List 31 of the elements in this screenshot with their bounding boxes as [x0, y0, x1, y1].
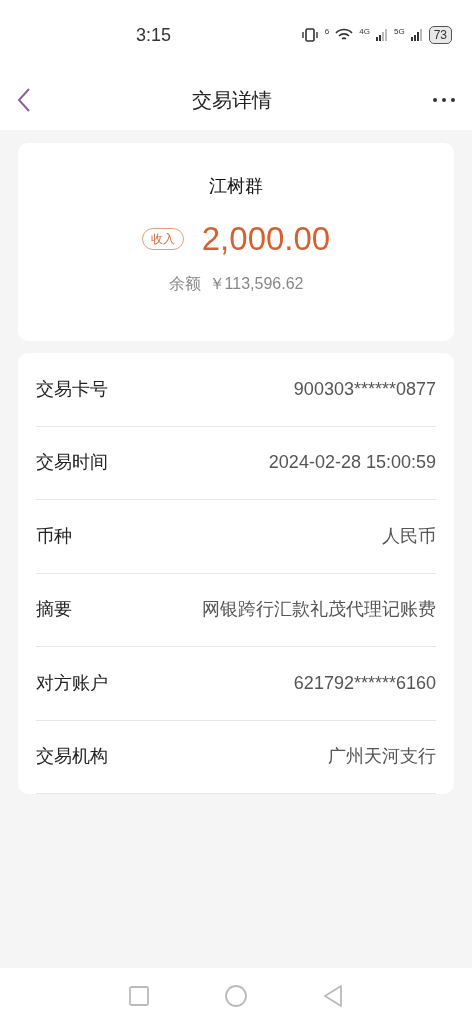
back-nav-icon[interactable] — [323, 985, 343, 1007]
wifi-label: 6 — [324, 28, 330, 36]
home-icon[interactable] — [225, 985, 247, 1007]
signal-icon — [410, 29, 423, 41]
detail-value: 人民币 — [382, 524, 436, 548]
signal-label: 4G — [359, 28, 370, 36]
detail-value: 2024-02-28 15:00:59 — [268, 451, 436, 475]
payer-name: 江树群 — [209, 175, 263, 198]
signal-icon — [375, 29, 388, 41]
page-title: 交易详情 — [192, 88, 272, 113]
detail-label: 对方账户 — [36, 671, 108, 695]
balance-label: 余额 — [168, 273, 201, 294]
detail-label: 交易机构 — [36, 745, 108, 769]
status-time: 3:15 — [136, 23, 172, 47]
recent-apps-icon[interactable] — [129, 986, 149, 1006]
back-icon[interactable] — [16, 87, 32, 113]
detail-label: 币种 — [36, 524, 72, 548]
detail-value: 广州天河支行 — [328, 745, 436, 769]
battery-level: 73 — [428, 26, 452, 44]
detail-value: 900303******0877 — [293, 377, 436, 401]
signal-label: 5G — [393, 28, 405, 36]
detail-label: 交易时间 — [36, 451, 108, 475]
amount: 2,000.00 — [201, 219, 331, 259]
detail-value: 网银跨行汇款礼茂代理记账费 — [202, 598, 436, 622]
detail-label: 摘要 — [36, 598, 72, 622]
vibrate-icon — [300, 28, 319, 42]
detail-label: 交易卡号 — [36, 377, 108, 401]
detail-value: 621792******6160 — [293, 671, 436, 695]
more-icon[interactable] — [432, 97, 456, 103]
wifi-icon — [335, 28, 354, 42]
balance-value: ￥113,596.62 — [208, 273, 304, 294]
